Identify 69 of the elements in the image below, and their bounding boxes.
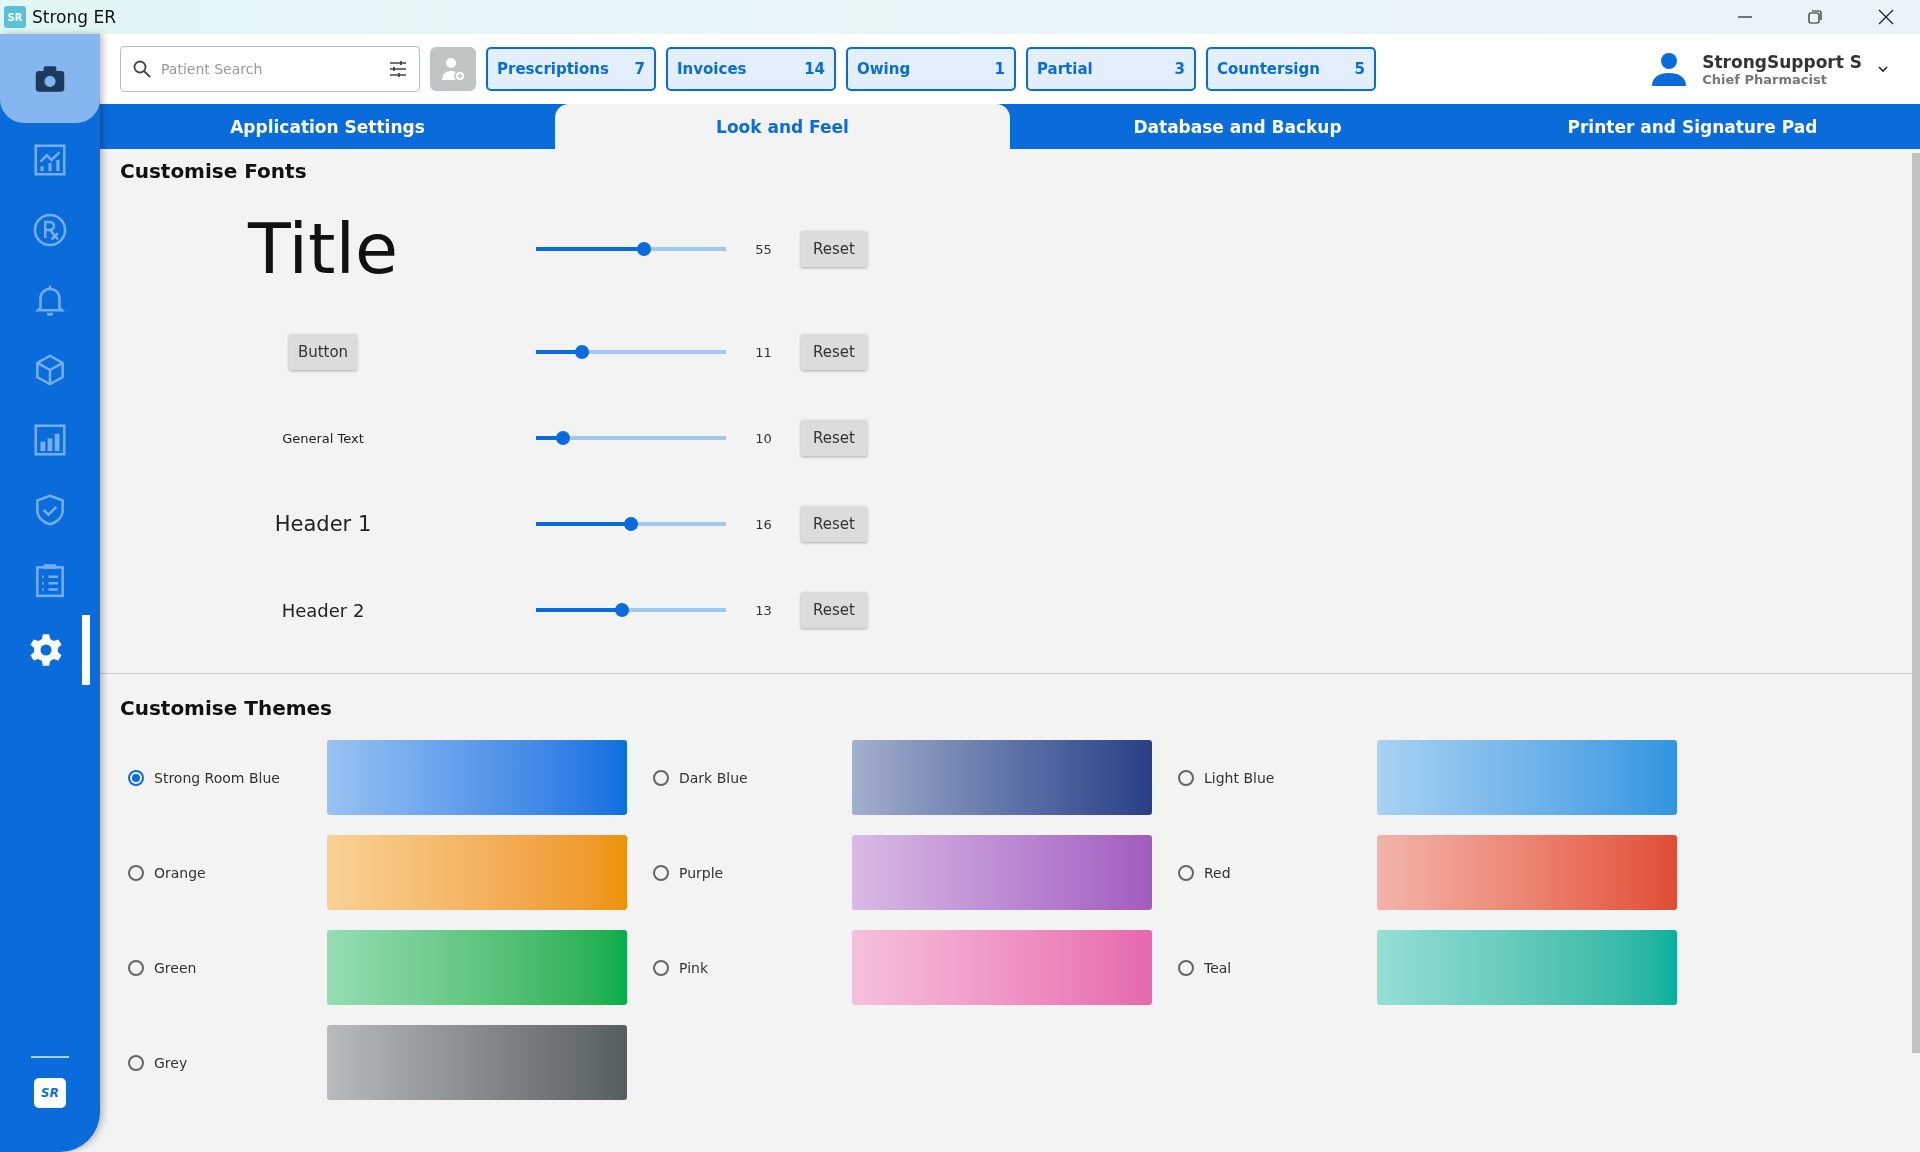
font-size-slider[interactable]	[536, 344, 726, 360]
theme-gradient-swatch[interactable]	[852, 740, 1152, 815]
font-size-slider[interactable]	[536, 241, 726, 257]
theme-radio[interactable]: Green	[120, 959, 327, 976]
font-sample: Title	[248, 208, 398, 290]
slider-thumb[interactable]	[614, 603, 629, 617]
theme-radio[interactable]: Purple	[645, 864, 852, 881]
font-size-value: 16	[754, 516, 773, 532]
slider-thumb[interactable]	[637, 242, 652, 256]
font-size-value: 10	[754, 430, 773, 446]
restore-icon[interactable]	[1808, 10, 1822, 24]
theme-gradient-swatch[interactable]	[1377, 740, 1677, 815]
scrollbar[interactable]	[1912, 153, 1920, 1053]
search-icon	[132, 59, 152, 79]
prescription-icon	[31, 211, 69, 249]
section-heading: Customise Themes	[120, 696, 333, 720]
font-size-slider[interactable]	[536, 430, 726, 446]
reset-button[interactable]: Reset	[801, 334, 867, 370]
user-name: StrongSupport S	[1702, 51, 1862, 72]
theme-gradient-swatch[interactable]	[327, 835, 627, 910]
close-icon[interactable]	[1878, 9, 1894, 25]
font-size-slider[interactable]	[536, 602, 726, 618]
theme-radio[interactable]: Red	[1170, 864, 1377, 881]
section-heading: Customise Fonts	[120, 159, 308, 183]
slider-thumb[interactable]	[624, 517, 638, 531]
theme-radio[interactable]: Grey	[120, 1054, 327, 1071]
font-sample: General Text	[282, 430, 364, 446]
theme-gradient-swatch[interactable]	[327, 930, 627, 1005]
reset-button[interactable]: Reset	[801, 592, 867, 628]
theme-radio[interactable]: Teal	[1170, 959, 1377, 976]
sample-button[interactable]: Button	[288, 334, 358, 370]
theme-gradient-swatch[interactable]	[852, 835, 1152, 910]
user-avatar-icon	[1650, 50, 1689, 88]
theme-radio[interactable]: Strong Room Blue	[120, 769, 327, 786]
counter-button[interactable]: Prescriptions 7	[486, 47, 656, 91]
theme-radio[interactable]: Dark Blue	[645, 769, 852, 786]
filter-sliders-icon[interactable]	[388, 59, 408, 79]
user-role: Chief Pharmacist	[1702, 71, 1827, 87]
slider-thumb[interactable]	[555, 431, 570, 445]
theme-gradient-swatch[interactable]	[852, 930, 1152, 1005]
tab[interactable]: Look and Feel	[555, 104, 1010, 149]
counter-button[interactable]: Owing 1	[846, 47, 1016, 91]
sidebar-item[interactable]	[0, 34, 100, 123]
slider-thumb[interactable]	[574, 345, 589, 359]
reset-button[interactable]: Reset	[801, 420, 867, 456]
counter-button[interactable]: Partial 3	[1026, 47, 1196, 91]
app-logo[interactable]: SR	[34, 1078, 66, 1108]
counter-button[interactable]: Countersign 5	[1206, 47, 1376, 91]
theme-radio[interactable]: Pink	[645, 959, 852, 976]
theme-gradient-swatch[interactable]	[327, 740, 627, 815]
reset-button[interactable]: Reset	[801, 231, 867, 267]
font-size-value: 55	[754, 241, 773, 257]
theme-radio[interactable]: Orange	[120, 864, 327, 881]
counter-button[interactable]: Invoices 14	[666, 47, 836, 91]
font-size-value: 13	[754, 602, 773, 618]
font-sample: Header 1	[274, 512, 372, 536]
theme-gradient-swatch[interactable]	[327, 1025, 627, 1100]
app-logo: SR	[4, 6, 26, 28]
theme-gradient-swatch[interactable]	[1377, 835, 1677, 910]
bar-chart-icon	[31, 421, 69, 459]
reset-button[interactable]: Reset	[801, 506, 867, 542]
font-size-value: 11	[754, 344, 773, 360]
line-chart-icon	[31, 141, 69, 179]
patient-search-field[interactable]: Patient Search	[120, 46, 420, 92]
window-title: Strong ER	[32, 7, 116, 27]
theme-gradient-swatch[interactable]	[1377, 930, 1677, 1005]
font-sample: Header 2	[281, 599, 365, 621]
theme-radio[interactable]: Light Blue	[1170, 769, 1377, 786]
font-size-slider[interactable]	[536, 516, 726, 532]
